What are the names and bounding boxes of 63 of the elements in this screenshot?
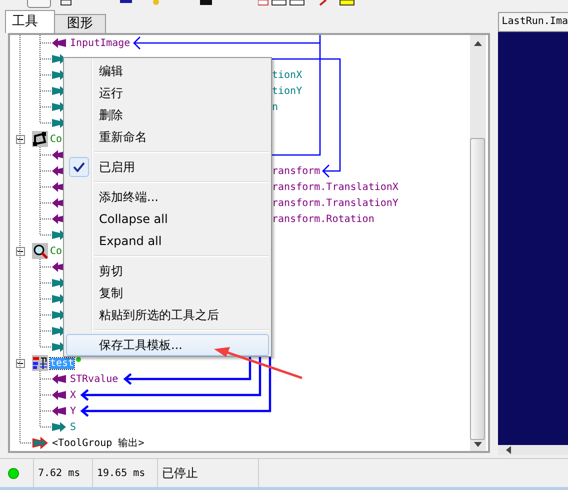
terminal-label[interactable]: ransform.TranslationY xyxy=(272,198,398,208)
image-tab[interactable]: LastRun.Ima xyxy=(498,12,568,32)
collapse-icon[interactable] xyxy=(16,134,25,144)
scrollbar-thumb[interactable] xyxy=(470,138,486,440)
output-terminal-icon xyxy=(32,437,48,449)
terminal-label[interactable]: n xyxy=(272,102,278,112)
script-tool-icon xyxy=(32,355,48,371)
menu-item[interactable]: 编辑 xyxy=(66,60,269,82)
terminal-label[interactable]: X xyxy=(70,390,76,400)
output-terminal-icon xyxy=(52,294,66,304)
output-terminal-icon xyxy=(52,326,66,336)
input-terminal-icon xyxy=(52,390,66,400)
tool-name[interactable]: Co xyxy=(50,134,62,144)
menu-item[interactable]: 保存工具模板... xyxy=(66,334,269,356)
toolbar-icon[interactable] xyxy=(60,0,72,6)
input-terminal-icon xyxy=(52,406,66,416)
terminal-label[interactable]: S xyxy=(70,422,76,432)
terminal-label[interactable]: ransform.Rotation xyxy=(272,214,374,224)
output-terminal-icon xyxy=(52,278,66,288)
terminal-label[interactable]: ransform.TranslationX xyxy=(272,182,398,192)
input-terminal-icon xyxy=(52,374,66,384)
terminal-label[interactable]: STRvalue xyxy=(70,374,118,384)
collapse-icon[interactable] xyxy=(16,358,25,368)
tool-name[interactable]: Co xyxy=(50,246,62,256)
menu-item[interactable]: 添加终端... xyxy=(66,186,269,208)
terminal-label[interactable]: InputImage xyxy=(70,38,130,48)
terminal-label[interactable]: tionY xyxy=(272,86,302,96)
input-terminal-icon xyxy=(52,38,66,48)
output-terminal-icon xyxy=(52,310,66,320)
menu-item[interactable]: Collapse all xyxy=(66,208,269,230)
terminal-label[interactable]: Y xyxy=(70,406,76,416)
output-terminal-icon xyxy=(52,54,66,64)
menu-item[interactable]: 已启用 xyxy=(66,156,269,178)
transform-tool-icon xyxy=(32,131,48,147)
scroll-down-icon[interactable] xyxy=(474,442,482,447)
toolbar-icon[interactable] xyxy=(200,0,212,6)
menu-item[interactable]: 重新命名 xyxy=(66,126,269,148)
terminal-label[interactable]: tionX xyxy=(272,70,302,80)
output-terminal-icon xyxy=(52,118,66,128)
menu-item[interactable]: 剪切 xyxy=(66,260,269,282)
collapse-icon[interactable] xyxy=(16,246,25,256)
menu-item[interactable]: 复制 xyxy=(66,282,269,304)
output-terminal-icon xyxy=(52,102,66,112)
menu-item[interactable]: Expand all xyxy=(66,230,269,252)
tab[interactable]: 图形 xyxy=(54,14,106,33)
menu-item[interactable]: 运行 xyxy=(66,82,269,104)
output-terminal-icon xyxy=(52,422,66,432)
status-light-icon xyxy=(8,468,19,478)
toolbar-icon[interactable] xyxy=(120,0,132,6)
scroll-up-icon[interactable] xyxy=(474,41,482,46)
vertical-scrollbar[interactable] xyxy=(470,35,486,451)
magnifier-tool-icon xyxy=(32,243,48,259)
output-terminal-icon xyxy=(52,342,66,352)
output-terminal-icon xyxy=(52,70,66,80)
output-terminal-icon xyxy=(52,86,66,96)
output-terminal-icon xyxy=(52,230,66,240)
scroll-left-icon[interactable] xyxy=(506,446,511,454)
terminal-label[interactable]: ransform xyxy=(272,166,320,176)
tree-item-label[interactable]: <ToolGroup 输出> xyxy=(52,436,144,450)
menu-item[interactable]: 粘贴到所选的工具之后 xyxy=(66,304,269,326)
tab[interactable]: 工具 xyxy=(5,10,55,33)
menu-item[interactable]: 删除 xyxy=(66,104,269,126)
horizontal-scrollbar[interactable] xyxy=(498,445,568,455)
